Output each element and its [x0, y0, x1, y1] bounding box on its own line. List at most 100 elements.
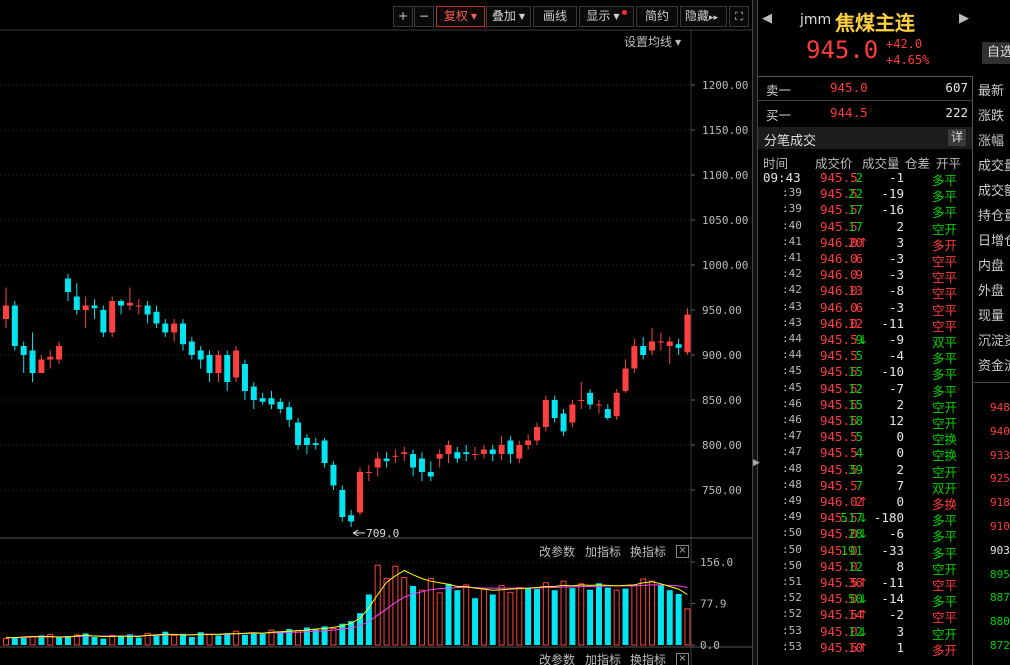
- y-tick-label: 1000.00: [702, 259, 748, 272]
- candle-body: [224, 355, 231, 382]
- chart-area[interactable]: 1200.00 1150.00 1100.00 1050.00 1000.00 950.0…: [0, 0, 752, 665]
- ind-add-indicator-button[interactable]: 加指标: [585, 651, 621, 665]
- ind-change-params-button[interactable]: 改参数: [539, 651, 575, 665]
- overlay-button[interactable]: 叠加 ▼: [486, 6, 531, 27]
- tick-oi: 0: [896, 445, 904, 461]
- tick-volume: 6: [855, 299, 863, 315]
- vol-close-icon[interactable]: ×: [676, 545, 689, 558]
- candle-body: [480, 449, 487, 454]
- zoom-in-button[interactable]: +: [393, 6, 413, 27]
- vol-change-params-button[interactable]: 改参数: [539, 543, 575, 560]
- caret-down-icon: ▼: [518, 12, 526, 21]
- ladder-price: 940: [990, 424, 1010, 438]
- hide-button[interactable]: 隐藏▸▸: [680, 6, 727, 27]
- volume-bar: [666, 590, 673, 645]
- y-tick-label: 750.00: [702, 484, 742, 497]
- tick-oi: -6: [888, 526, 904, 542]
- fullscreen-icon[interactable]: ⛶: [729, 6, 749, 27]
- volume-bar: [250, 632, 257, 645]
- candle-body: [569, 404, 576, 423]
- tick-time: :50: [782, 526, 802, 540]
- candle-body: [312, 443, 319, 445]
- candle-body: [684, 314, 691, 353]
- vol-switch-indicator-button[interactable]: 换指标: [630, 543, 666, 560]
- tick-volume: 12: [847, 558, 863, 574]
- ticks-detail-button[interactable]: 详: [948, 129, 966, 146]
- candle-body: [427, 472, 434, 477]
- candle-body: [489, 449, 496, 454]
- tick-time: :44: [782, 348, 802, 362]
- volume-bar: [383, 577, 390, 646]
- candle-body: [11, 305, 18, 346]
- tick-volume: 28: [847, 526, 863, 542]
- volume-bar: [418, 589, 425, 646]
- tick-time: :45: [782, 380, 802, 394]
- tick-time: :41: [782, 251, 802, 264]
- volume-bar: [480, 588, 487, 646]
- vol-y-tick-label: 0.0: [700, 639, 720, 652]
- tick-row: :41 946.0 ↑ 20 3 多开: [760, 234, 970, 253]
- stat-label: 内盘: [978, 259, 1005, 274]
- candle-body: [118, 301, 125, 306]
- volume-bar: [259, 633, 266, 645]
- draw-line-button[interactable]: 画线: [533, 6, 577, 27]
- tick-oi: -10: [881, 364, 904, 380]
- quote-panel: ◀ ▶ jmm 焦煤主连 945.0 +42.0 +4.65% 自选 卖一 94…: [758, 0, 1010, 665]
- tick-price: 945.5: [820, 332, 858, 347]
- ind-close-icon[interactable]: ×: [676, 653, 689, 665]
- candle-body: [666, 341, 673, 346]
- tick-row: :39 945.5 22 -19 多平: [760, 186, 970, 204]
- volume-bar: [436, 592, 443, 646]
- volume-bar: [604, 587, 611, 645]
- y-tick-label: 800.00: [702, 439, 742, 452]
- volume-bar: [569, 588, 576, 645]
- bid-volume: 222: [945, 105, 968, 120]
- candle-body: [640, 346, 647, 355]
- simple-button[interactable]: 简约: [636, 6, 678, 27]
- tick-time: :45: [782, 364, 802, 378]
- tick-row: :47 945.5 5 0 空换: [760, 429, 970, 447]
- volume-bar: [542, 582, 549, 646]
- tick-time: :53: [782, 639, 802, 653]
- stat-label: 资金流: [978, 359, 1010, 374]
- stat-label: 日增仓: [978, 234, 1010, 249]
- volume-bar: [312, 629, 319, 645]
- candle-body: [56, 346, 63, 360]
- tick-row: :44 945.5 5 -4 多平: [760, 348, 970, 366]
- tick-volume: 5: [855, 348, 863, 364]
- volume-bar: [613, 589, 620, 646]
- stat-label: 成交额: [978, 184, 1010, 199]
- zoom-out-button[interactable]: −: [414, 6, 434, 27]
- volume-bar: [180, 633, 186, 645]
- tick-volume: 10: [847, 639, 863, 655]
- candle-body: [649, 341, 656, 351]
- volume-bar: [622, 588, 629, 645]
- fuquan-button[interactable]: 复权 ▼: [436, 6, 485, 27]
- tick-volume: 39: [847, 461, 863, 477]
- ind-switch-indicator-button[interactable]: 换指标: [630, 651, 666, 665]
- prev-contract-icon[interactable]: ◀: [762, 11, 772, 26]
- candle-body: [463, 452, 470, 454]
- tick-row: :44 945.5 ↓ 9 -9 双平: [760, 332, 970, 350]
- kline-chart[interactable]: 1200.00 1150.00 1100.00 1050.00 1000.00 950.0…: [0, 0, 752, 665]
- candle-body: [109, 301, 116, 333]
- tick-time: :48: [782, 461, 802, 475]
- ma-settings-button[interactable]: 设置均线 ▼: [624, 33, 681, 50]
- bid-price: 944.5: [830, 105, 868, 120]
- tick-oi: -19: [881, 186, 904, 202]
- tick-time: :43: [782, 299, 802, 313]
- tick-volume: 20: [847, 234, 863, 250]
- next-contract-icon[interactable]: ▶: [959, 11, 969, 26]
- display-button[interactable]: 显示 ▼: [579, 6, 634, 27]
- volume-bar: [649, 580, 656, 646]
- add-watchlist-button[interactable]: 自选: [982, 42, 1010, 64]
- vol-y-tick-label: 77.9: [700, 598, 727, 611]
- tick-row: :43 946.0 12 -11 空平: [760, 316, 970, 334]
- candle-body: [38, 359, 45, 373]
- volume-bar: [56, 637, 63, 645]
- tick-volume: 12: [847, 380, 863, 396]
- candle-body: [153, 311, 160, 324]
- vol-add-indicator-button[interactable]: 加指标: [585, 543, 621, 560]
- volume-bar: [188, 637, 195, 645]
- tick-row: :49 946.0 ↑ 2 0 多换: [760, 494, 970, 512]
